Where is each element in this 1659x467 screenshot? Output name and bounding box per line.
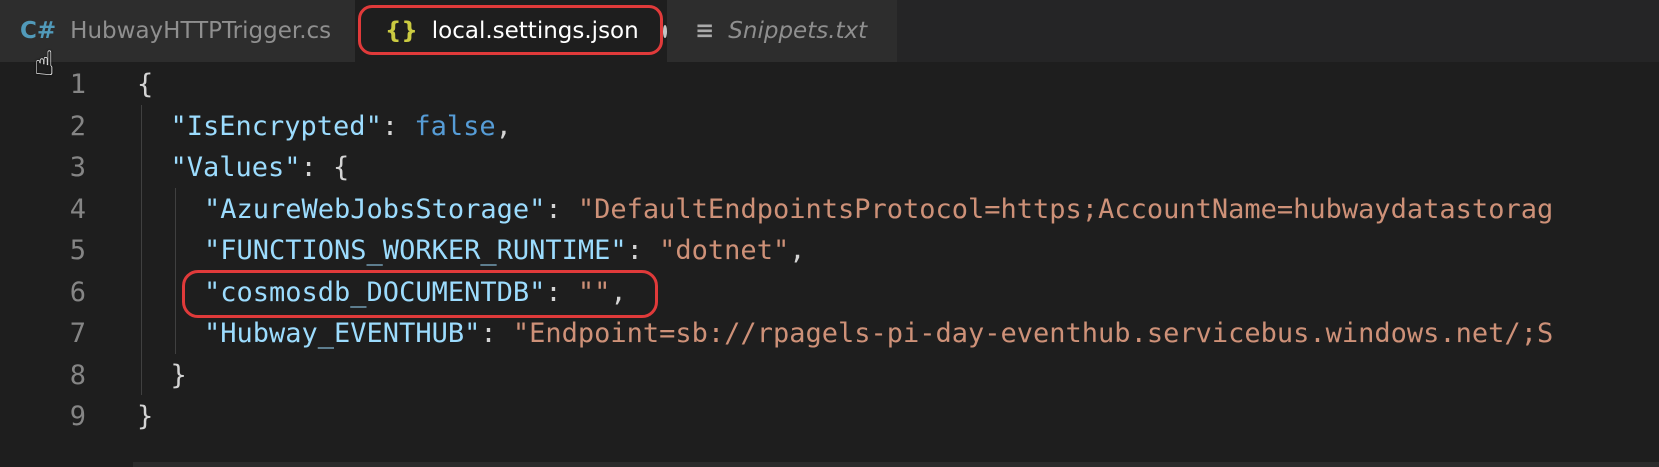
text-file-icon: ≡ — [695, 18, 715, 44]
token-k: "FUNCTIONS_WORKER_RUNTIME" — [204, 235, 627, 266]
line-highlight-annotation — [182, 270, 658, 318]
line-number: 6 — [69, 276, 86, 308]
tab-label: Snippets.txt — [728, 18, 868, 44]
line-number: 8 — [69, 359, 86, 391]
code-text: "IsEncrypted": false, — [171, 106, 512, 148]
tab-label: local.settings.json — [431, 18, 639, 44]
tab-label: HubwayHTTPTrigger.cs — [70, 18, 332, 44]
code-line: 5 "FUNCTIONS_WORKER_RUNTIME": "dotnet", — [0, 230, 1659, 272]
token-v: false — [414, 110, 496, 142]
csharp-file-icon: C# — [20, 18, 57, 44]
token-s: "Endpoint=sb://rpagels-pi-day-eventhub.s… — [512, 318, 1554, 349]
code-text: "Values": { — [171, 147, 350, 189]
token-c: : — [545, 193, 578, 225]
token-a: } — [137, 401, 154, 432]
token-a: { — [137, 69, 154, 100]
tab-snippets-txt[interactable]: ≡ Snippets.txt — [667, 0, 897, 62]
code-line: 9} — [0, 396, 1659, 438]
token-c: : — [480, 318, 513, 349]
code-editor[interactable]: 1{2 "IsEncrypted": false, 3 "Values": {4 "Az… — [0, 64, 1659, 467]
code-line: 7 "Hubway_EVENTHUB": "Endpoint=sb://rpage… — [0, 313, 1659, 355]
hand-cursor-icon: ☝ — [34, 44, 55, 84]
code-line: 3 "Values": { — [0, 147, 1659, 189]
token-k: "Hubway_EVENTHUB" — [204, 318, 481, 349]
token-s: "DefaultEndpointsProtocol=https;AccountN… — [577, 193, 1554, 225]
code-text: "Hubway_EVENTHUB": "Endpoint=sb://rpagel… — [204, 313, 1553, 355]
code-text: { — [137, 64, 153, 106]
code-line: 4 "AzureWebJobsStorage": "DefaultEndpoint… — [0, 189, 1659, 231]
json-file-icon: {} — [385, 18, 418, 44]
code-text: "FUNCTIONS_WORKER_RUNTIME": "dotnet", — [204, 230, 805, 272]
token-k: "AzureWebJobsStorage" — [204, 193, 546, 225]
code-text: } — [137, 396, 153, 438]
code-line: 1{ — [0, 64, 1659, 106]
token-e: , — [495, 110, 512, 142]
token-k: "Values" — [170, 152, 301, 183]
token-c: : { — [300, 152, 350, 183]
code-line: 2 "IsEncrypted": false, — [0, 106, 1659, 148]
code-text: "AzureWebJobsStorage": "DefaultEndpoints… — [204, 189, 1553, 231]
line-number: 2 — [69, 110, 86, 142]
token-a: } — [170, 359, 187, 391]
token-c: : — [626, 235, 660, 266]
editor-tab-bar: C# HubwayHTTPTrigger.cs {} local.setting… — [0, 0, 1659, 62]
line-number: 9 — [69, 401, 86, 432]
token-c: : — [381, 110, 415, 142]
line-number: 7 — [69, 318, 86, 349]
code-line: 8} — [0, 355, 1659, 397]
line-number: 5 — [69, 235, 86, 266]
line-number: 3 — [69, 152, 86, 183]
line-number: 4 — [69, 193, 86, 225]
tab-local-settings-json[interactable]: {} local.settings.json — [355, 0, 667, 62]
horizontal-scrollbar[interactable] — [133, 462, 1659, 467]
token-e: , — [789, 235, 806, 266]
code-text: } — [171, 355, 187, 397]
token-s: "dotnet" — [659, 235, 790, 266]
token-k: "IsEncrypted" — [170, 110, 382, 142]
